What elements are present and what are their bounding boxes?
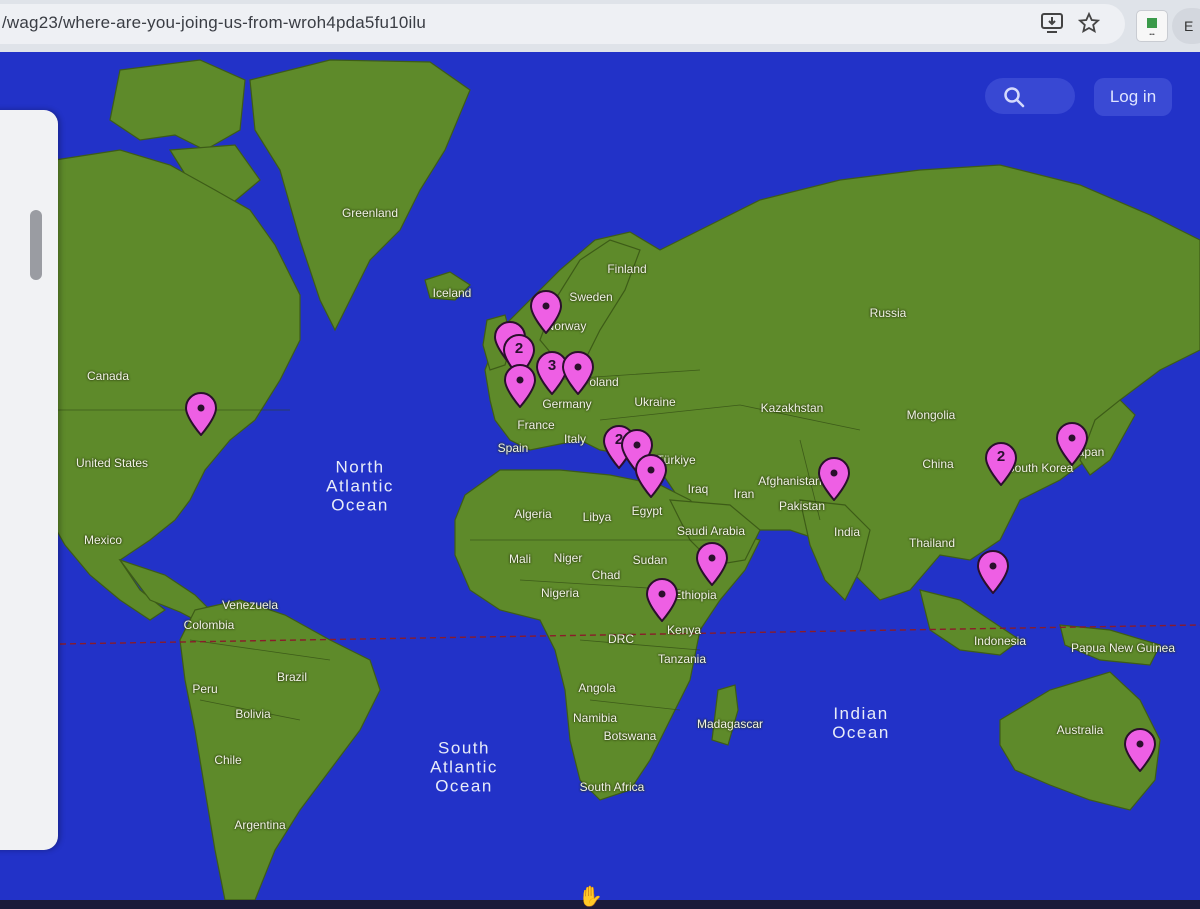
label-ethiopia: Ethiopia xyxy=(673,588,717,602)
map-pin[interactable] xyxy=(695,542,729,586)
bookmark-star-icon[interactable] xyxy=(1077,11,1101,39)
label-madagascar: Madagascar xyxy=(696,717,764,731)
install-app-icon[interactable] xyxy=(1040,12,1064,39)
label-venezuela: Venezuela xyxy=(221,598,279,612)
side-panel[interactable] xyxy=(0,110,58,850)
cluster-count: 2 xyxy=(996,448,1006,465)
extension-icon[interactable]: ••• xyxy=(1136,10,1168,42)
label-france: France xyxy=(517,418,555,432)
label-indian-ocean: Indian Ocean xyxy=(832,704,890,742)
url-text: /wag23/where-are-you-joing-us-from-wroh4… xyxy=(2,13,427,32)
map-pin[interactable] xyxy=(529,290,563,334)
label-argentina: Argentina xyxy=(234,818,286,832)
label-nigeria: Nigeria xyxy=(540,586,580,600)
label-kazakhstan: Kazakhstan xyxy=(760,401,824,415)
address-bar[interactable]: /wag23/where-are-you-joing-us-from-wroh4… xyxy=(0,4,1125,44)
label-south-atlantic-ocean: South Atlantic Ocean xyxy=(430,738,498,796)
label-south-africa: South Africa xyxy=(579,780,645,794)
label-kenya: Kenya xyxy=(666,623,702,637)
label-australia: Australia xyxy=(1056,723,1104,737)
hand-cursor-icon: ✋ xyxy=(578,886,603,908)
cluster-count: 2 xyxy=(514,340,524,357)
map-pin[interactable] xyxy=(976,550,1010,594)
label-united-states: United States xyxy=(75,456,149,470)
map-pin[interactable] xyxy=(1123,728,1157,772)
label-finland: Finland xyxy=(607,262,647,276)
label-china: China xyxy=(922,457,954,471)
world-map[interactable]: Greenland Iceland Finland Sweden Russia … xyxy=(0,52,1200,900)
label-sudan: Sudan xyxy=(632,553,668,567)
login-button[interactable]: Log in xyxy=(1094,78,1172,116)
label-brazil: Brazil xyxy=(276,670,308,684)
browser-toolbar: /wag23/where-are-you-joing-us-from-wroh4… xyxy=(0,0,1200,53)
label-angola: Angola xyxy=(578,681,616,695)
svg-text:•••: ••• xyxy=(1149,32,1155,38)
map-pin[interactable] xyxy=(645,578,679,622)
label-chad: Chad xyxy=(591,568,621,582)
label-algeria: Algeria xyxy=(514,507,552,521)
label-bolivia: Bolivia xyxy=(235,707,271,721)
label-namibia: Namibia xyxy=(572,711,618,725)
label-peru: Peru xyxy=(192,682,218,696)
label-tanzania: Tanzania xyxy=(657,652,707,666)
label-mali: Mali xyxy=(508,552,532,566)
label-saudi-arabia: Saudi Arabia xyxy=(676,524,746,538)
label-italy: Italy xyxy=(563,432,587,446)
label-mexico: Mexico xyxy=(83,533,123,547)
label-colombia: Colombia xyxy=(183,618,235,632)
map-pin[interactable] xyxy=(817,457,851,501)
map-pin[interactable] xyxy=(503,364,537,408)
label-botswana: Botswana xyxy=(603,729,657,743)
label-russia: Russia xyxy=(869,306,907,320)
map-pin[interactable] xyxy=(561,351,595,395)
label-north-atlantic-ocean: North Atlantic Ocean xyxy=(326,457,394,515)
profile-button[interactable]: E xyxy=(1172,8,1200,44)
label-pakistan: Pakistan xyxy=(778,499,826,513)
map-pin-cluster[interactable]: 2 xyxy=(984,442,1018,486)
label-drc: DRC xyxy=(608,632,634,646)
label-iran: Iran xyxy=(733,487,755,501)
label-canada: Canada xyxy=(86,369,130,383)
label-spain: Spain xyxy=(497,441,529,455)
search-icon xyxy=(1004,87,1025,108)
label-germany: Germany xyxy=(542,397,592,411)
label-greenland: Greenland xyxy=(341,206,399,220)
map-land-layer xyxy=(0,59,1200,900)
label-libya: Libya xyxy=(582,510,612,524)
panel-scrollbar[interactable] xyxy=(30,210,42,280)
map-pin[interactable] xyxy=(634,454,668,498)
label-afghanistan: Afghanistan xyxy=(758,474,822,488)
label-iceland: Iceland xyxy=(432,286,472,300)
label-mongolia: Mongolia xyxy=(906,408,956,422)
label-egypt: Egypt xyxy=(631,504,663,518)
label-sweden: Sweden xyxy=(569,290,613,304)
label-thailand: Thailand xyxy=(908,536,956,550)
label-chile: Chile xyxy=(214,753,242,767)
label-ukraine: Ukraine xyxy=(634,395,676,409)
label-iraq: Iraq xyxy=(687,482,709,496)
map-pin[interactable] xyxy=(184,392,218,436)
label-india: India xyxy=(833,525,861,539)
label-niger: Niger xyxy=(553,551,583,565)
label-papua-new-guinea: Papua New Guinea xyxy=(1070,641,1176,655)
map-pin[interactable] xyxy=(1055,422,1089,466)
search-button[interactable] xyxy=(985,78,1075,114)
label-indonesia: Indonesia xyxy=(973,634,1027,648)
